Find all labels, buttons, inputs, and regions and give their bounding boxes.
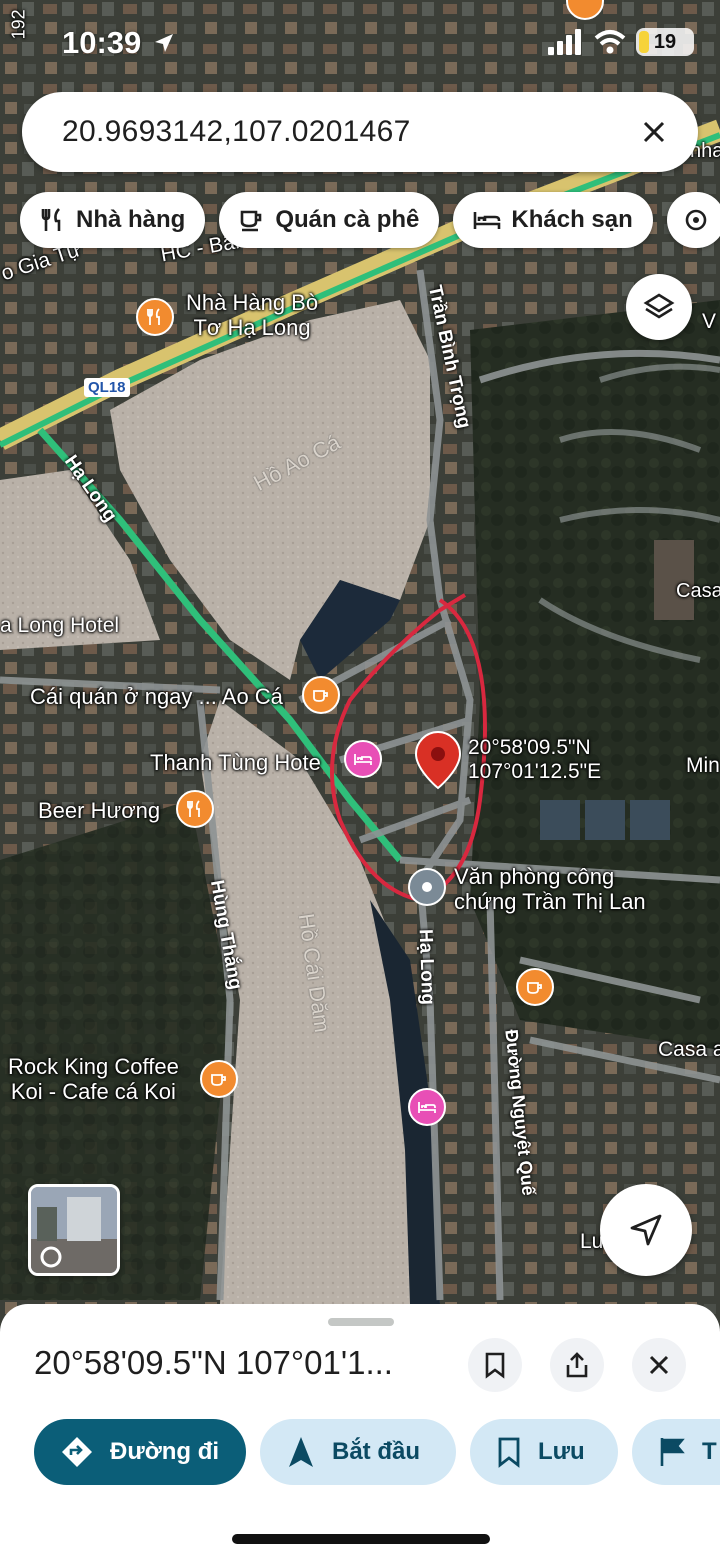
start-label: Bắt đầu — [332, 1438, 421, 1465]
save-label: Lưu — [538, 1438, 585, 1465]
beer-huong-label: Beer Hương — [38, 798, 161, 823]
chip-more[interactable] — [666, 192, 720, 248]
share-icon — [566, 1352, 588, 1378]
cafe-poi-icon[interactable] — [302, 676, 340, 714]
bookmark-icon — [485, 1352, 505, 1379]
directions-label: Đường đi — [110, 1438, 220, 1465]
status-bar: 10:39 19 — [0, 0, 720, 86]
casa-label-b: Casa H — [676, 580, 720, 602]
office-poi-icon[interactable] — [408, 868, 446, 906]
close-icon — [643, 121, 665, 143]
directions-icon — [62, 1437, 92, 1467]
cafe-poi-icon-2[interactable] — [516, 968, 554, 1006]
rock-king-poi-icon[interactable] — [200, 1060, 238, 1098]
van-phong-label: Văn phòng công chứng Trần Thị Lan — [454, 864, 646, 915]
attractions-icon — [685, 209, 707, 231]
rock-king-label: Rock King Coffee Koi - Cafe cá Koi — [8, 1054, 179, 1105]
chip-cafes[interactable]: Quán cà phê — [219, 192, 440, 248]
start-button[interactable]: Bắt đầu — [260, 1419, 456, 1485]
v-label: V — [702, 310, 717, 333]
directions-button[interactable]: Đường đi — [34, 1419, 246, 1485]
cai-quan-label: Cái quán ở ngay ... Ao Cá — [30, 684, 283, 709]
chip-cafes-label: Quán cà phê — [275, 206, 420, 233]
coffee-cup-icon — [241, 210, 262, 232]
long-hotel-label: a Long Hotel — [0, 614, 120, 637]
status-icons: 19 — [548, 28, 694, 56]
chip-hotels[interactable]: Khách sạn — [453, 192, 653, 248]
save-button[interactable]: Lưu — [470, 1419, 618, 1485]
clock-time: 10:39 — [62, 25, 142, 60]
chip-restaurants[interactable]: Nhà hàng — [20, 192, 206, 248]
location-arrow-icon — [154, 34, 173, 52]
drag-handle[interactable] — [328, 1318, 394, 1326]
close-sheet-button[interactable] — [632, 1338, 686, 1392]
hotel-poi-icon-2[interactable] — [408, 1088, 446, 1126]
close-icon — [649, 1355, 669, 1375]
nha-hang-bo-label: Nhà Hàng Bò Tơ Hạ Long — [186, 290, 319, 341]
coordinate-label: 20°58'09.5"N 107°01'12.5"E — [468, 736, 602, 784]
category-chips: Nhà hàng Quán cà phê Khách sạn — [20, 192, 720, 248]
navigation-start-icon — [289, 1437, 313, 1467]
ha-long-street-2: Hạ Long — [414, 928, 439, 1006]
beer-poi-icon[interactable] — [176, 790, 214, 828]
clock: 10:39 — [62, 25, 176, 61]
search-bar[interactable]: 20.9693142,107.0201467 — [22, 92, 698, 172]
layers-icon — [643, 293, 675, 319]
action-buttons: Đường đi Bắt đầu Lưu T — [34, 1419, 720, 1485]
place-title: 20°58'09.5"N 107°01'1... — [34, 1344, 393, 1381]
chip-restaurants-label: Nhà hàng — [76, 206, 186, 233]
layers-button[interactable] — [626, 274, 692, 340]
restaurant-poi-icon[interactable] — [136, 298, 174, 336]
fork-knife-icon — [41, 208, 61, 231]
ql18-shield: QL18 — [84, 378, 130, 398]
my-location-button[interactable] — [600, 1184, 692, 1276]
share-button[interactable] — [550, 1338, 604, 1392]
signal-icon — [548, 29, 581, 55]
bed-icon — [474, 212, 501, 229]
place-bottom-sheet[interactable]: 20°58'09.5"N 107°01'1... Đường đi Bắt đầ… — [0, 1304, 720, 1557]
wifi-icon — [594, 30, 626, 54]
street-view-image — [31, 1187, 117, 1273]
label-button-text: T — [702, 1438, 717, 1465]
label-button[interactable]: T — [632, 1419, 720, 1485]
home-indicator[interactable] — [232, 1534, 490, 1544]
street-view-thumbnail[interactable] — [28, 1184, 120, 1276]
hotel-poi-icon[interactable] — [344, 740, 382, 778]
thanh-tung-label: Thanh Tùng Hote — [150, 750, 321, 775]
save-icon-button[interactable] — [468, 1338, 522, 1392]
clear-search-button[interactable] — [634, 112, 674, 152]
casa-label-a: Casa a — [658, 1038, 720, 1061]
search-query[interactable]: 20.9693142,107.0201467 — [62, 115, 634, 149]
battery-level: 19 — [653, 30, 677, 53]
flag-icon — [660, 1438, 685, 1466]
battery-icon: 19 — [636, 28, 694, 56]
min-label: Min — [686, 754, 720, 777]
chip-hotels-label: Khách sạn — [511, 206, 633, 233]
bookmark-icon — [498, 1437, 520, 1468]
navigation-arrow-icon — [630, 1214, 662, 1246]
